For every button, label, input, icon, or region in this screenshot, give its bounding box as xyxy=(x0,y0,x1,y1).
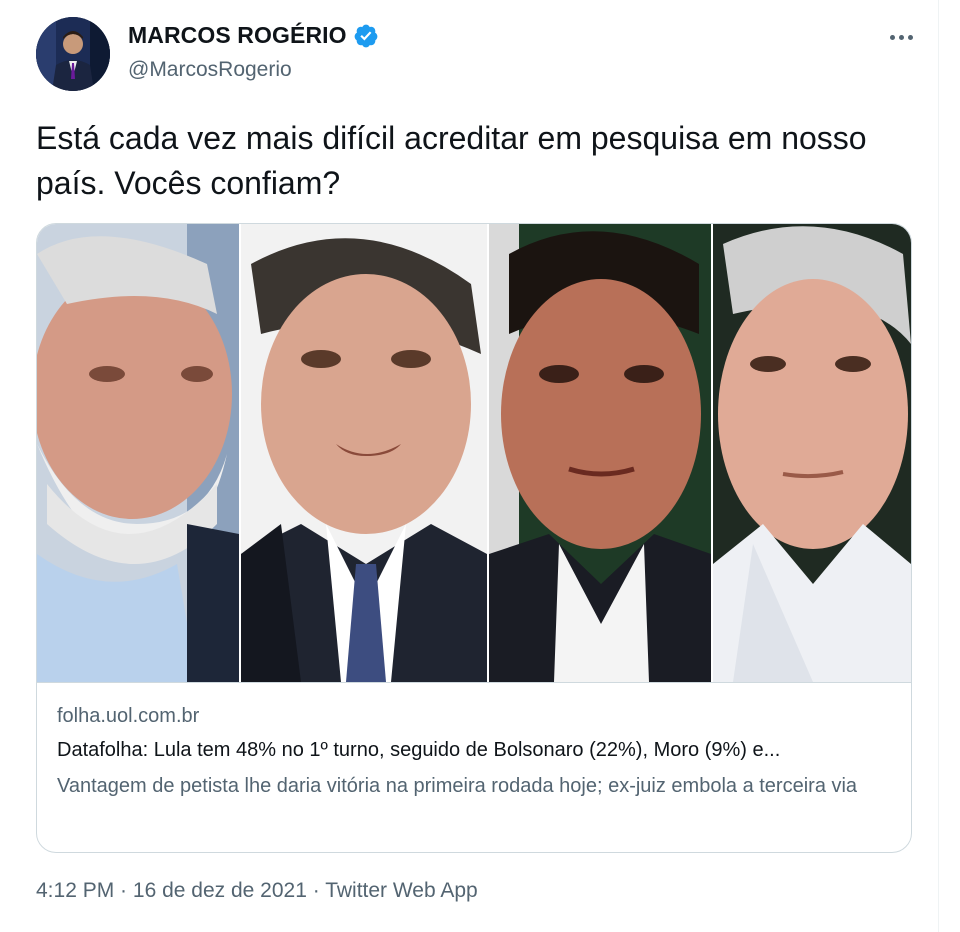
author-handle[interactable]: @MarcosRogerio xyxy=(128,58,292,82)
card-info[interactable]: folha.uol.com.br Datafolha: Lula tem 48%… xyxy=(37,682,911,852)
tweet-source[interactable]: Twitter Web App xyxy=(325,879,478,902)
avatar-icon xyxy=(36,17,110,91)
card-title: Datafolha: Lula tem 48% no 1º turno, seg… xyxy=(57,739,781,761)
meta-separator: · xyxy=(306,879,326,902)
tweet-text: Está cada vez mais difícil acreditar em … xyxy=(36,120,867,201)
more-icon-dot xyxy=(889,34,895,40)
author-name-row[interactable]: MARCOS ROGÉRIO xyxy=(128,22,379,49)
more-icon-dot xyxy=(907,34,913,40)
tweet-meta: 4:12 PM · 16 de dez de 2021 · Twitter We… xyxy=(36,879,478,903)
more-icon-dot xyxy=(898,34,904,40)
card-domain: folha.uol.com.br xyxy=(57,705,200,727)
more-button[interactable] xyxy=(886,22,916,52)
card-photo-4 xyxy=(713,224,911,682)
avatar[interactable] xyxy=(36,17,110,91)
card-photo-3 xyxy=(489,224,711,682)
card-photo-2 xyxy=(241,224,487,682)
card-photo-1 xyxy=(37,224,239,682)
meta-separator: · xyxy=(114,879,133,902)
card-description: Vantagem de petista lhe daria vitória na… xyxy=(57,775,858,797)
card-image[interactable] xyxy=(37,224,911,682)
tweet-date[interactable]: 16 de dez de 2021 xyxy=(133,879,307,902)
tweet-time[interactable]: 4:12 PM xyxy=(36,879,114,902)
verified-badge-icon xyxy=(353,23,379,49)
link-card[interactable]: folha.uol.com.br Datafolha: Lula tem 48%… xyxy=(36,223,912,853)
tweet: MARCOS ROGÉRIO @MarcosRogerio Está cada … xyxy=(0,0,939,932)
author-name[interactable]: MARCOS ROGÉRIO xyxy=(128,22,347,49)
